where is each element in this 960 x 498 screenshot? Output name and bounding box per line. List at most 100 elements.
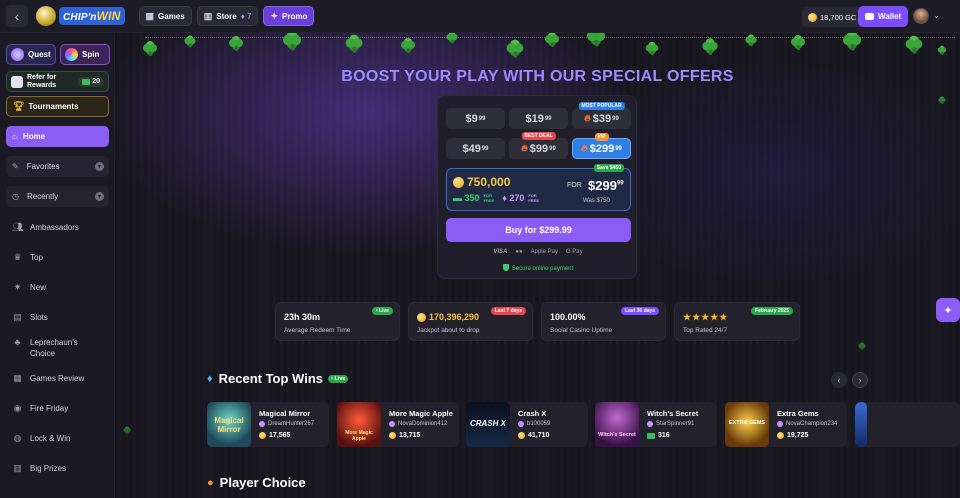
price-tile-99[interactable]: BEST DEAL 🔥︎ $99 99 xyxy=(509,132,568,159)
buy-button[interactable]: Buy for $299.99 xyxy=(446,218,631,242)
clover-icon xyxy=(938,97,946,104)
shield-icon xyxy=(502,264,509,271)
period-badge: Last 7 days xyxy=(490,307,526,315)
sidebar-item-lock-and-win[interactable]: ◍ Lock & Win xyxy=(12,433,71,444)
sidebar-item-big-prizes[interactable]: ▥ Big Prizes xyxy=(12,463,66,474)
crown-icon: ♛ xyxy=(13,252,22,262)
price-tile-49[interactable]: $49 99 xyxy=(446,138,505,159)
best-deal-badge: BEST DEAL xyxy=(521,132,556,140)
clover-icon xyxy=(184,35,195,48)
back-button[interactable]: ‹ xyxy=(6,5,28,27)
sidebar-item-slots[interactable]: ▤ Slots xyxy=(12,312,48,323)
gift-icon: ✦ xyxy=(943,304,953,317)
visa-icon: VISA xyxy=(493,249,508,255)
win-card[interactable]: Witch's Secret Witch's Secret StarSpinne… xyxy=(595,402,717,447)
secure-payment-note: Secure online payment xyxy=(438,264,638,272)
price-tile-299[interactable]: VIP 🔥︎ $299 99 xyxy=(572,133,631,159)
clover-icon xyxy=(446,33,457,44)
vip-badge: VIP xyxy=(594,133,609,141)
chevron-down-icon[interactable]: ⌄ xyxy=(933,11,940,20)
clover-icon xyxy=(401,38,415,53)
user-avatar-icon xyxy=(518,421,524,427)
sidebar-item-fire-friday[interactable]: ◉ Fire Friday xyxy=(12,403,69,414)
game-thumbnail: EXTRA GEMS xyxy=(725,402,769,447)
lock-icon: ◍ xyxy=(13,433,22,443)
sidebar-item-favorites[interactable]: ✎ Favorites ▾ xyxy=(6,156,109,177)
refer-for-rewards-button[interactable]: Refer for Rewards 20 xyxy=(6,71,109,92)
win-card[interactable]: Magical Mirror Magical Mirror DreamHunte… xyxy=(207,402,329,447)
wallet-button[interactable]: Wallet xyxy=(858,6,909,27)
refer-reward-badge: 20 xyxy=(78,76,104,87)
save-badge: Save $450 xyxy=(593,164,624,172)
live-badge: • Live xyxy=(328,374,349,383)
stat-card-rating: February 2025 ★★★★★ Top Rated 24/7 xyxy=(674,302,800,341)
tournaments-button[interactable]: 🏆︎ Tournaments xyxy=(6,96,109,117)
cash-icon xyxy=(82,78,91,85)
game-thumbnail: Magical Mirror xyxy=(207,402,251,447)
chevron-right-icon: › xyxy=(858,375,862,385)
main-content: BOOST YOUR PLAY WITH OUR SPECIAL OFFERS … xyxy=(115,33,960,498)
clover-icon xyxy=(229,36,243,51)
game-thumbnail xyxy=(855,402,867,447)
price-tile-39[interactable]: MOST POPULAR 🔥︎ $39 99 xyxy=(572,102,631,129)
diamond-icon: ♦ xyxy=(207,372,213,385)
wallet-icon xyxy=(865,13,874,20)
sidebar-item-ambassadors[interactable]: 👥︎ Ambassadors xyxy=(12,222,79,233)
recent-wins-title: ♦ Recent Top Wins • Live xyxy=(207,371,349,386)
carousel-prev-button[interactable]: ‹ xyxy=(831,372,847,388)
home-icon: ⌂ xyxy=(12,132,17,141)
wheel-icon xyxy=(65,48,78,61)
sidebar-item-new[interactable]: ✷ New xyxy=(12,282,46,293)
floating-promo-button[interactable]: ✦ xyxy=(936,298,960,322)
gold-coin-icon xyxy=(808,12,817,22)
sidebar-item-leprechauns-choice[interactable]: ♣ Leprechaun's Choice xyxy=(12,337,78,359)
clover-icon xyxy=(842,33,861,51)
refer-icon xyxy=(11,75,23,88)
leprechaun-mascot-icon xyxy=(36,6,56,26)
gold-coin-icon xyxy=(453,176,464,188)
spin-button[interactable]: Spin xyxy=(60,44,110,65)
offers-panel: $9 99 $19 99 MOST POPULAR 🔥︎ $39 99 $49 99 B… xyxy=(437,95,637,279)
fire-icon: 🔥︎ xyxy=(521,143,528,153)
price-tile-9[interactable]: $9 99 xyxy=(446,108,505,129)
avatar[interactable] xyxy=(913,8,929,24)
clover-icon xyxy=(905,36,923,54)
win-card[interactable]: EXTRA GEMS Extra Gems NovaChampion234 19… xyxy=(725,402,847,447)
clover-icon xyxy=(545,33,559,47)
logo-text: CHIP'nWIN xyxy=(59,7,125,25)
gold-coin-icon xyxy=(777,432,784,439)
nav-games-button[interactable]: ▦ Games xyxy=(138,6,192,26)
date-badge: February 2025 xyxy=(751,307,793,315)
chevron-left-icon: ‹ xyxy=(837,375,841,385)
win-card-partial[interactable] xyxy=(855,402,960,447)
sidebar-item-top[interactable]: ♛ Top xyxy=(12,252,42,263)
game-thumbnail: More Magic Apple xyxy=(337,402,381,447)
slots-icon: ▤ xyxy=(13,312,22,322)
sidebar-item-recently[interactable]: ◷ Recently ▾ xyxy=(6,186,109,207)
sparkle-icon: ✷ xyxy=(13,282,22,292)
pin-icon: ✎ xyxy=(12,162,19,171)
carousel-next-button[interactable]: › xyxy=(852,372,868,388)
clover-icon xyxy=(937,46,946,55)
nav-store-button[interactable]: ▥ Store ♦ 7 xyxy=(196,6,259,26)
quest-button[interactable]: Quest xyxy=(6,44,56,65)
trophy-icon: ▥ xyxy=(13,463,22,473)
chevron-down-icon: ▾ xyxy=(95,162,104,171)
user-avatar-icon xyxy=(259,421,265,427)
mastercard-icon: ●● xyxy=(515,249,523,255)
gift-icon: ✦ xyxy=(270,10,279,21)
trophy-icon: 🏆︎ xyxy=(13,101,25,111)
game-thumbnail: CRASH X xyxy=(466,402,510,447)
nav-promo-button[interactable]: ✦ Promo xyxy=(263,6,315,26)
sidebar-item-home[interactable]: ⌂ Home xyxy=(6,126,109,147)
clover-icon xyxy=(586,33,605,47)
sidebar-item-games-review[interactable]: ▦ Games Review xyxy=(12,373,84,384)
price-tile-19[interactable]: $19 99 xyxy=(509,108,568,129)
win-card[interactable]: More Magic Apple More Magic Apple NovaDo… xyxy=(337,402,459,447)
payment-methods: VISA ●● Apple Pay G Pay xyxy=(438,249,638,255)
win-card[interactable]: CRASH X Crash X b100059 41,710 xyxy=(466,402,588,447)
grid-icon: ▦ xyxy=(145,10,155,21)
fire-icon: 🔥︎ xyxy=(584,113,591,123)
rating-stars: ★★★★★ xyxy=(683,312,729,322)
logo[interactable]: CHIP'nWIN xyxy=(36,4,125,28)
